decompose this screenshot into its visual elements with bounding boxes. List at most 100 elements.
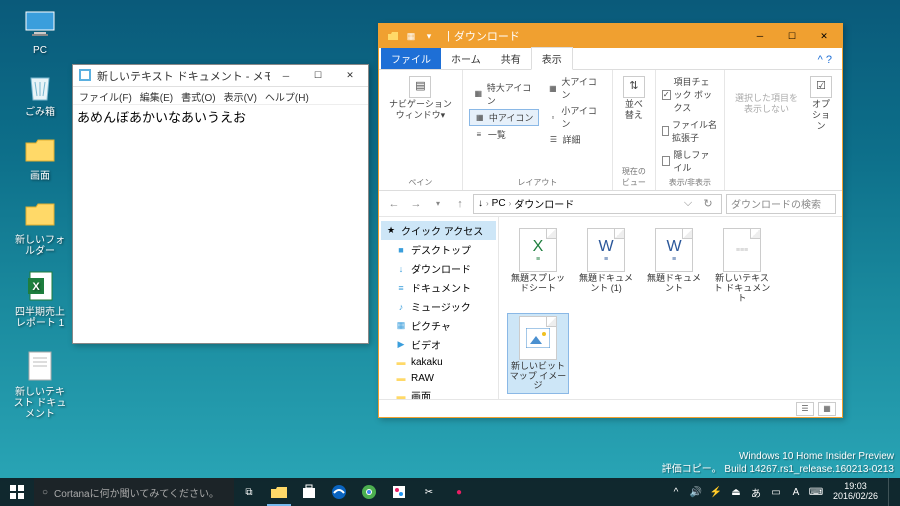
details-view-button[interactable]: ☰ (796, 402, 814, 416)
file-pane[interactable]: X≡ 無題スプレッドシート W≡ 無題ドキュメント (1) W≡ 無題ドキュメン… (499, 217, 842, 399)
breadcrumb-downloads[interactable]: ダウンロード (514, 196, 574, 211)
up-button[interactable]: ↑ (451, 195, 469, 213)
tb-chrome[interactable] (354, 478, 384, 506)
size-extra-large[interactable]: ▦特大アイコン (469, 80, 540, 108)
folder-icon (22, 196, 58, 232)
hide-selected-button[interactable]: 選択した項目を 表示しない (731, 91, 802, 117)
sort-icon: ⇅ (623, 76, 645, 98)
tb-rec[interactable]: ● (444, 478, 474, 506)
icons-view-button[interactable]: ▦ (818, 402, 836, 416)
notepad-window: 新しいテキスト ドキュメント - メモ帳 ─ ☐ ✕ ファイル(F) 編集(E)… (72, 64, 369, 344)
nav-music[interactable]: ♪ミュージック (381, 297, 496, 316)
chk-hidden[interactable]: 隠しファイル (662, 147, 718, 175)
desktop-icon-screen[interactable]: 画面 (10, 132, 70, 183)
minimize-button[interactable]: ─ (270, 66, 302, 86)
nav-documents[interactable]: ≡ドキュメント (381, 278, 496, 297)
tab-share[interactable]: 共有 (491, 48, 531, 69)
maximize-button[interactable]: ☐ (776, 26, 808, 46)
nav-downloads[interactable]: ↓ダウンロード (381, 259, 496, 278)
qat-dropdown-icon[interactable]: ▾ (421, 28, 437, 44)
addr-dropdown[interactable]: ⌵ (679, 195, 697, 213)
size-list[interactable]: ≡一覧 (469, 127, 540, 142)
desktop-icon-newfolder[interactable]: 新しいフォルダー (10, 196, 70, 258)
nav-desktop[interactable]: ■デスクトップ (381, 240, 496, 259)
tray-up-icon[interactable]: ^ (669, 485, 683, 499)
menu-help[interactable]: ヘルプ(H) (265, 89, 309, 102)
tb-paint[interactable] (384, 478, 414, 506)
word-icon: W≡ (655, 228, 693, 272)
menu-view[interactable]: 表示(V) (224, 89, 257, 102)
nav-videos[interactable]: ▶ビデオ (381, 335, 496, 354)
group-show-label: 表示/非表示 (662, 177, 718, 188)
start-button[interactable] (0, 478, 34, 506)
menu-edit[interactable]: 編集(E) (140, 89, 173, 102)
desktop-icon-pc[interactable]: PC (10, 6, 70, 57)
options-button[interactable]: ☑ オプション (806, 74, 836, 133)
size-medium[interactable]: ▦中アイコン (469, 109, 540, 126)
notepad-content[interactable]: あめんぼあかいなあいうえお (73, 105, 368, 343)
nav-quick-access[interactable]: ★クイック アクセス (381, 221, 496, 240)
chk-item-checkboxes[interactable]: ✓項目チェック ボックス (662, 74, 718, 115)
tab-file[interactable]: ファイル (381, 48, 441, 69)
tab-home[interactable]: ホーム (441, 48, 491, 69)
show-desktop-button[interactable] (888, 478, 894, 506)
nav-pane-button[interactable]: ▤ ナビゲーション ウィンドウ▾ (385, 74, 456, 123)
search-box[interactable]: ダウンロードの検索 (726, 194, 836, 214)
tray-sip-icon[interactable]: ⌨ (809, 485, 823, 499)
forward-button[interactable]: → (407, 195, 425, 213)
taskbar-clock[interactable]: 19:03 2016/02/26 (829, 482, 882, 502)
file-doc1[interactable]: W≡ 無題ドキュメント (1) (575, 225, 637, 307)
tray-action-icon[interactable]: ▭ (769, 485, 783, 499)
breadcrumb-pc[interactable]: PC (492, 198, 506, 209)
notepad-titlebar[interactable]: 新しいテキスト ドキュメント - メモ帳 ─ ☐ ✕ (73, 65, 368, 87)
nav-kakaku[interactable]: ▬kakaku (381, 354, 496, 370)
tray-network-icon[interactable]: ⚡ (709, 485, 723, 499)
watermark: Windows 10 Home Insider Preview 評価コピー。 B… (662, 450, 894, 476)
txt-icon (22, 348, 58, 384)
nav-screen[interactable]: ▬画面 (381, 386, 496, 399)
refresh-button[interactable]: ↻ (699, 195, 717, 213)
tray-ime-icon[interactable]: あ (749, 485, 763, 499)
maximize-button[interactable]: ☐ (302, 66, 334, 86)
address-bar[interactable]: ↓ › PC › ダウンロード ⌵↻ (473, 194, 722, 214)
menu-file[interactable]: ファイル(F) (79, 89, 132, 102)
close-button[interactable]: ✕ (334, 66, 366, 86)
tb-store[interactable] (294, 478, 324, 506)
size-small[interactable]: ▫小アイコン (543, 103, 605, 131)
pc-icon (22, 6, 58, 42)
close-button[interactable]: ✕ (808, 26, 840, 46)
notepad-title: 新しいテキスト ドキュメント - メモ帳 (97, 68, 270, 84)
file-spreadsheet[interactable]: X≡ 無題スプレッドシート (507, 225, 569, 307)
qat-properties-icon[interactable]: ▦ (403, 28, 419, 44)
tray-usb-icon[interactable]: ⏏ (729, 485, 743, 499)
ribbon-help-icon[interactable]: ^ ? (808, 51, 842, 69)
size-details[interactable]: ☰詳細 (543, 132, 605, 147)
file-bitmap[interactable]: 新しいビットマップ イメージ (507, 313, 569, 395)
desktop-icon-excel[interactable]: X 四半期売上レポート 1 (10, 268, 70, 330)
file-doc[interactable]: W≡ 無題ドキュメント (643, 225, 705, 307)
cortana-search[interactable]: ○ Cortanaに何か聞いてみてください。 (34, 478, 234, 506)
chk-file-ext[interactable]: ファイル名拡張子 (662, 117, 718, 145)
qat-folder-icon[interactable] (385, 28, 401, 44)
minimize-button[interactable]: ─ (744, 26, 776, 46)
explorer-titlebar[interactable]: ▦ ▾ | ダウンロード ─ ☐ ✕ (379, 24, 842, 48)
nav-pictures[interactable]: ▦ピクチャ (381, 316, 496, 335)
task-view-button[interactable]: ⧉ (234, 478, 264, 506)
sort-button[interactable]: ⇅ 並べ替え (619, 74, 649, 123)
ribbon: ▤ ナビゲーション ウィンドウ▾ ペイン ▦特大アイコン ▦中アイコン ≡一覧 … (379, 70, 842, 191)
tray-volume-icon[interactable]: 🔊 (689, 485, 703, 499)
tab-view[interactable]: 表示 (531, 47, 573, 70)
tray-ime-mode-icon[interactable]: A (789, 485, 803, 499)
tb-snip[interactable]: ✂ (414, 478, 444, 506)
history-dropdown[interactable]: ▾ (429, 195, 447, 213)
tb-explorer[interactable] (264, 478, 294, 506)
desktop-icon-recycle[interactable]: ごみ箱 (10, 68, 70, 119)
menu-format[interactable]: 書式(O) (181, 89, 215, 102)
explorer-window: ▦ ▾ | ダウンロード ─ ☐ ✕ ファイル ホーム 共有 表示 ^ ? ▤ … (378, 23, 843, 418)
file-txt[interactable]: ≡≡≡ 新しいテキスト ドキュメント (711, 225, 773, 307)
nav-raw[interactable]: ▬RAW (381, 370, 496, 386)
tb-edge[interactable] (324, 478, 354, 506)
size-large[interactable]: ▦大アイコン (543, 74, 605, 102)
back-button[interactable]: ← (385, 195, 403, 213)
desktop-icon-txt[interactable]: 新しいテキスト ドキュメント (10, 348, 70, 421)
